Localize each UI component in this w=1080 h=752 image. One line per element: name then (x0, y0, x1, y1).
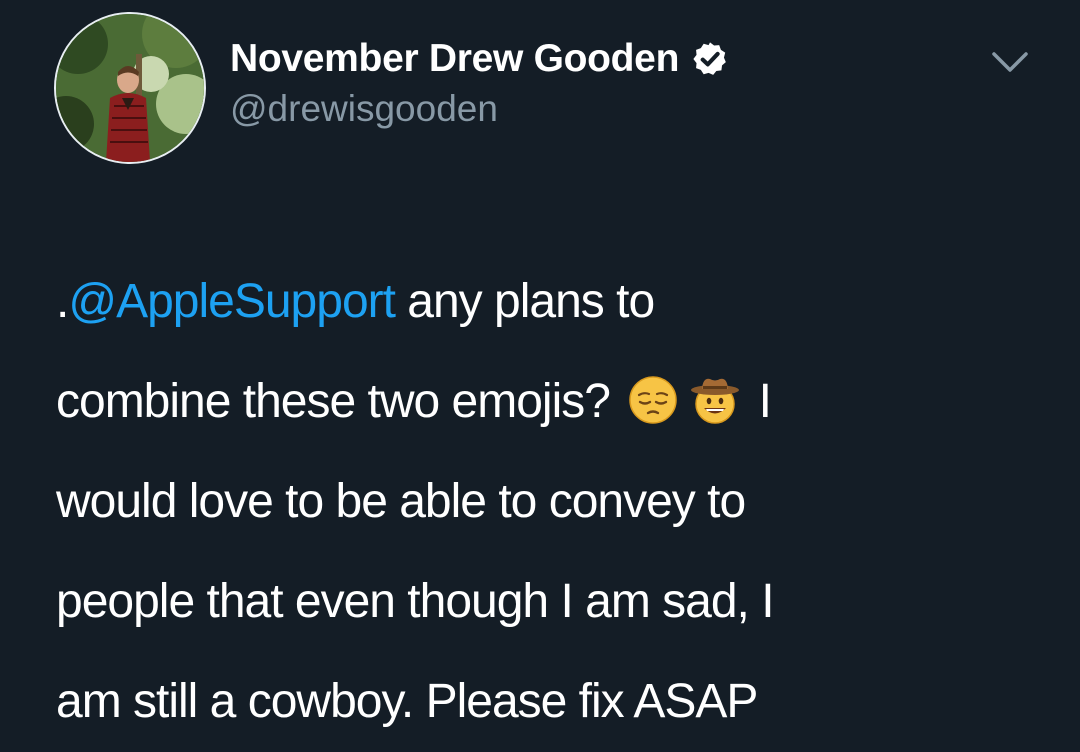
line1-suffix: any plans to (394, 275, 655, 328)
line2-after-emoji: I (758, 375, 772, 428)
author-row: November Drew Gooden (230, 34, 729, 84)
mention-link[interactable]: @AppleSupport (68, 275, 396, 328)
tweet-card: November Drew Gooden @drewisgooden .@App… (0, 0, 1080, 728)
tweet-line-1: .@AppleSupport any plans to (56, 252, 1046, 352)
line2-text: combine these two emojis? (56, 375, 611, 428)
tweet-text: .@AppleSupport any plans to combine thes… (56, 252, 1046, 752)
tweet-line-5: am still a cowboy. Please fix ASAP (56, 675, 758, 728)
cowboy-hat-face-emoji-icon (691, 378, 740, 424)
chevron-down-icon[interactable] (990, 48, 1030, 76)
display-name[interactable]: November Drew Gooden (230, 37, 679, 81)
avatar[interactable] (54, 12, 206, 164)
verified-badge-icon (693, 42, 726, 75)
tweet-line-4: people that even though I am sad, I (56, 575, 775, 628)
handle[interactable]: @drewisgooden (230, 88, 498, 130)
tweet-line-2: combine these two emojis? I (56, 352, 1046, 452)
mention-prefix: . (56, 275, 69, 328)
avatar-photo (56, 14, 204, 162)
pensive-face-emoji-icon (629, 376, 678, 424)
tweet-line-3: would love to be able to convey to (56, 475, 746, 528)
